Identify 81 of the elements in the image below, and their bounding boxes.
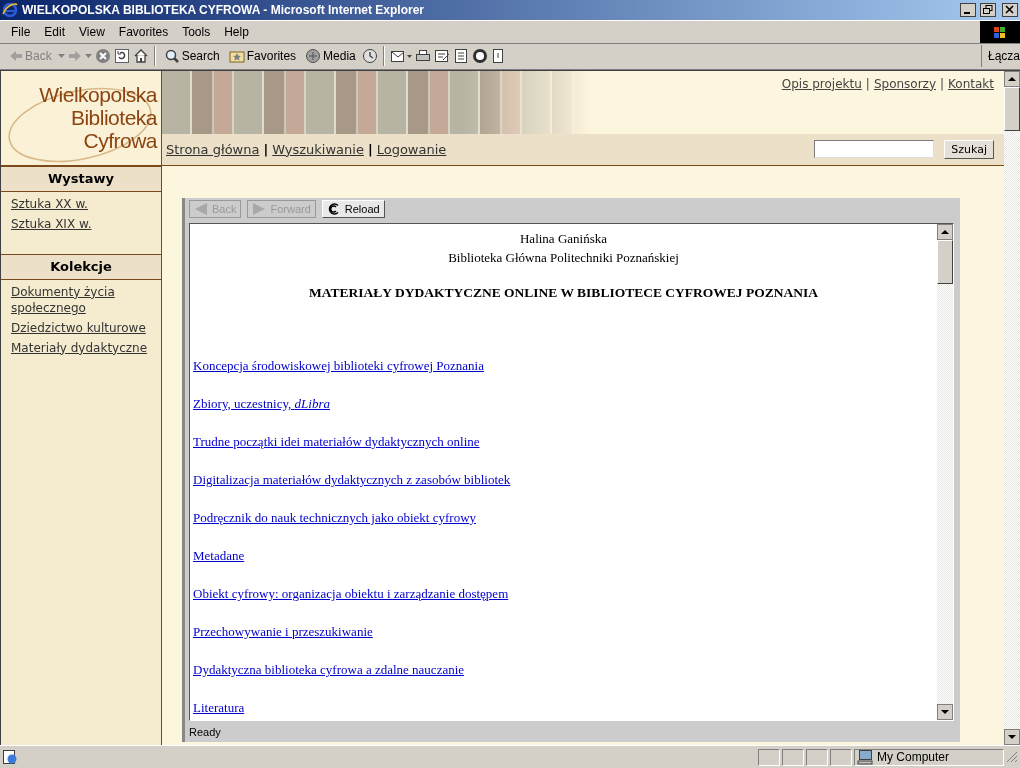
- chapter-link[interactable]: Literatura: [193, 699, 245, 716]
- chapter-link[interactable]: Obiekt cyfrowy: organizacja obiektu i zarządzanie dostępem: [193, 585, 509, 602]
- media-button[interactable]: Media: [302, 45, 359, 68]
- sidebar-link[interactable]: Dokumenty życia społecznego: [11, 283, 151, 316]
- chapter-link[interactable]: Trudne początki idei materiałów dydaktycznych online: [193, 433, 480, 450]
- menu-item[interactable]: Favorites: [111, 24, 176, 39]
- search-button[interactable]: Search: [160, 45, 223, 68]
- document-scrollbar[interactable]: [937, 223, 953, 720]
- top-link[interactable]: Kontakt: [948, 76, 994, 134]
- status-pane: [806, 748, 828, 766]
- link-separator: |: [263, 141, 269, 157]
- home-icon[interactable]: [132, 48, 149, 65]
- sidebar-link[interactable]: Materiały dydaktyczne: [11, 339, 151, 356]
- chapter-link[interactable]: Metadane: [193, 547, 245, 564]
- menu-item[interactable]: Edit: [37, 24, 73, 39]
- nav-link[interactable]: Wyszukiwanie: [272, 141, 364, 157]
- sidebar-link[interactable]: Sztuka XX w.: [11, 195, 151, 212]
- bookmark-page-icon[interactable]: [490, 48, 505, 65]
- chapter-link[interactable]: Dydaktyczna biblioteka cyfrowa a zdalne nauczanie: [193, 661, 465, 678]
- star-folder-icon: [228, 48, 245, 65]
- window-title: WIELKOPOLSKA BIBLIOTEKA CYFROWA - Microsoft Internet Explorer: [22, 2, 425, 17]
- logo-text: Wielkopolska: [39, 83, 157, 107]
- status-pane: [830, 748, 852, 766]
- chapter-link[interactable]: Podręcznik do nauk technicznych jako obiekt cyfrowy: [193, 509, 477, 526]
- sidebar-link[interactable]: Sztuka XIX w.: [11, 215, 151, 232]
- nav-link[interactable]: Logowanie: [376, 141, 447, 157]
- chapter-link[interactable]: Digitalizacja materiałów dydaktycznych z zasobów bibliotek: [193, 471, 511, 488]
- sidebar-heading: Wystawy: [1, 165, 161, 192]
- reload-icon: [326, 202, 341, 217]
- scroll-thumb[interactable]: [937, 239, 953, 284]
- status-pane: [758, 748, 780, 766]
- sidebar-link[interactable]: Dziedzictwo kulturowe: [11, 319, 151, 336]
- favorites-button[interactable]: Favorites: [225, 45, 300, 68]
- refresh-icon[interactable]: [113, 48, 130, 65]
- right-triangle-icon: [252, 202, 267, 217]
- windows-flag-icon: [992, 24, 1008, 39]
- logo-text: Biblioteka: [70, 106, 157, 130]
- links-label[interactable]: Łącza: [980, 45, 1020, 68]
- restore-icon[interactable]: [980, 2, 996, 17]
- reload-button[interactable]: Reload: [321, 200, 385, 219]
- menu-item[interactable]: Help: [217, 24, 256, 39]
- page-globe-icon: [2, 749, 18, 766]
- affiliation-text: Biblioteka Główna Politechniki Poznańskiej: [447, 248, 680, 267]
- link-separator: |: [940, 76, 945, 93]
- computer-icon: [857, 749, 873, 766]
- link-separator: |: [367, 141, 373, 157]
- minimize-icon[interactable]: [960, 2, 976, 17]
- search-field[interactable]: [814, 140, 935, 159]
- search-button[interactable]: Szukaj: [944, 139, 994, 159]
- left-triangle-icon: [194, 202, 208, 217]
- status-pane: [782, 748, 804, 766]
- page-scrollbar[interactable]: [1004, 70, 1020, 746]
- chapter-link[interactable]: Zbiory, uczestnicy, dLibra: [193, 395, 330, 412]
- document-heading: MATERIAŁY DYDAKTYCZNE ONLINE W BIBLIOTECE CYFROWEJ POZNANIA: [308, 284, 819, 301]
- resize-grip-icon: [1006, 751, 1018, 764]
- mail-icon[interactable]: [389, 48, 412, 65]
- menu-item[interactable]: File: [4, 24, 38, 39]
- author-name: Halina Ganińska: [519, 229, 608, 248]
- stop-icon[interactable]: [94, 48, 111, 65]
- search-icon: [163, 48, 180, 65]
- document-icon[interactable]: [452, 48, 469, 65]
- sidebar-heading: Kolekcje: [1, 253, 161, 280]
- applet-status-text: Ready: [189, 724, 222, 738]
- chapter-link[interactable]: Koncepcja środowiskowej biblioteki cyfrowej Poznania: [193, 357, 484, 374]
- menu-item[interactable]: View: [72, 24, 112, 39]
- scroll-thumb[interactable]: [1004, 86, 1020, 131]
- menu-item[interactable]: Tools: [175, 24, 218, 39]
- top-link[interactable]: Sponsorzy: [873, 76, 936, 134]
- media-icon: [305, 48, 322, 65]
- logo-text: Cyfrowa: [83, 129, 157, 153]
- link-separator: |: [865, 76, 870, 93]
- left-arrow-icon: [9, 50, 23, 63]
- zone-label: My Computer: [877, 750, 950, 765]
- history-icon[interactable]: [361, 48, 378, 65]
- top-link[interactable]: Opis projektu: [781, 76, 862, 134]
- nav-link[interactable]: Strona główna: [166, 141, 260, 157]
- chapter-link[interactable]: Przechowywanie i przeszukiwanie: [193, 623, 373, 640]
- circle-badge-icon[interactable]: [471, 48, 488, 65]
- browser-logo-icon: [2, 1, 18, 18]
- edit-icon[interactable]: [433, 48, 450, 65]
- close-icon[interactable]: [1002, 2, 1018, 17]
